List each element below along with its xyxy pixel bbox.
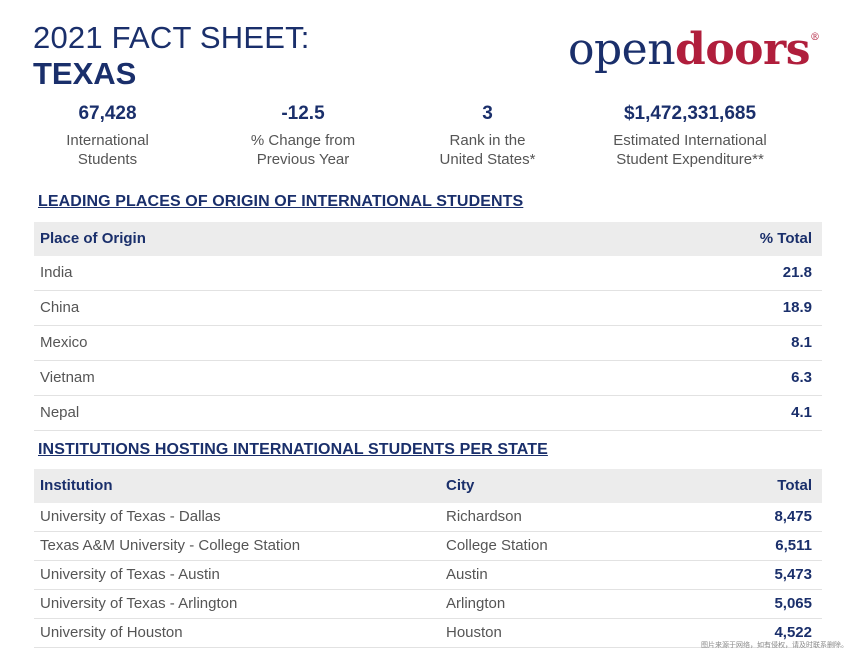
institution-name: University of Texas - Arlington (40, 595, 238, 612)
institution-name: University of Texas - Austin (40, 566, 220, 583)
origin-place: India (40, 264, 73, 281)
table-row: University of Texas - Austin Austin 5,47… (34, 561, 822, 590)
institution-city: Arlington (446, 595, 506, 612)
table-row: Mexico 8.1 (34, 326, 822, 361)
column-header-city: City (446, 477, 475, 494)
opendoors-logo: opendoors® (568, 24, 820, 75)
institutions-heading: INSTITUTIONS HOSTING INTERNATIONAL STUDE… (38, 441, 548, 458)
stat-percent-change: -12.5 % Change from Previous Year (238, 101, 368, 169)
institution-name: University of Houston (40, 624, 183, 641)
institution-name: University of Texas - Dallas (40, 508, 221, 525)
stat-label: % Change from Previous Year (250, 132, 356, 168)
origin-place: Vietnam (40, 369, 95, 386)
institution-total: 6,511 (775, 537, 812, 554)
institution-city: Richardson (446, 508, 522, 525)
origin-total: 8.1 (791, 334, 812, 351)
stat-value: 3 (482, 103, 493, 124)
column-header-place: Place of Origin (40, 230, 146, 247)
origin-total: 4.1 (791, 404, 812, 421)
origins-heading: LEADING PLACES OF ORIGIN OF INTERNATIONA… (38, 193, 524, 210)
column-header-total: Total (777, 477, 812, 494)
institutions-table: Institution City Total University of Tex… (34, 469, 822, 648)
origin-total: 6.3 (791, 369, 812, 386)
stat-rank: 3 Rank in the United States* (425, 101, 550, 169)
column-header-total: % Total (759, 230, 812, 247)
origin-total: 21.8 (782, 264, 812, 281)
origin-total: 18.9 (782, 299, 812, 316)
table-row: University of Texas - Arlington Arlingto… (34, 590, 822, 619)
stat-international-students: 67,428 International Students (40, 101, 175, 169)
origins-table: Place of Origin % Total India 21.8 China… (34, 222, 822, 431)
institution-total: 5,065 (774, 595, 812, 612)
stat-value: 67,428 (78, 103, 137, 124)
watermark-text: 图片来源于网络，如有侵权，请及时联系删除。 (701, 642, 848, 649)
institution-total: 8,475 (774, 508, 812, 525)
table-row: University of Texas - Dallas Richardson … (34, 503, 822, 532)
state-name: TEXAS (33, 56, 137, 91)
table-header: Institution City Total (34, 469, 822, 503)
institution-name: Texas A&M University - College Station (40, 537, 301, 554)
stat-label: Estimated International Student Expenditu… (613, 132, 767, 168)
table-header: Place of Origin % Total (34, 222, 822, 256)
stat-expenditure: $1,472,331,685 Estimated International St… (590, 101, 790, 169)
institution-city: Houston (446, 624, 502, 641)
table-row: Nepal 4.1 (34, 396, 822, 431)
column-header-institution: Institution (40, 477, 113, 494)
origin-place: Mexico (40, 334, 88, 351)
origin-place: Nepal (40, 404, 80, 421)
stat-label: Rank in the United States* (439, 132, 536, 168)
stat-label: International Students (66, 132, 149, 168)
stat-value: -12.5 (281, 103, 325, 124)
table-row: China 18.9 (34, 291, 822, 326)
stat-value: $1,472,331,685 (623, 103, 757, 124)
table-row: India 21.8 (34, 256, 822, 291)
institution-total: 5,473 (774, 566, 812, 583)
page-title: 2021 FACT SHEET: (33, 20, 310, 55)
institution-city: College Station (446, 537, 548, 554)
table-row: Texas A&M University - College Station C… (34, 532, 822, 561)
institution-city: Austin (446, 566, 488, 583)
origin-place: China (40, 299, 80, 316)
table-row: Vietnam 6.3 (34, 361, 822, 396)
